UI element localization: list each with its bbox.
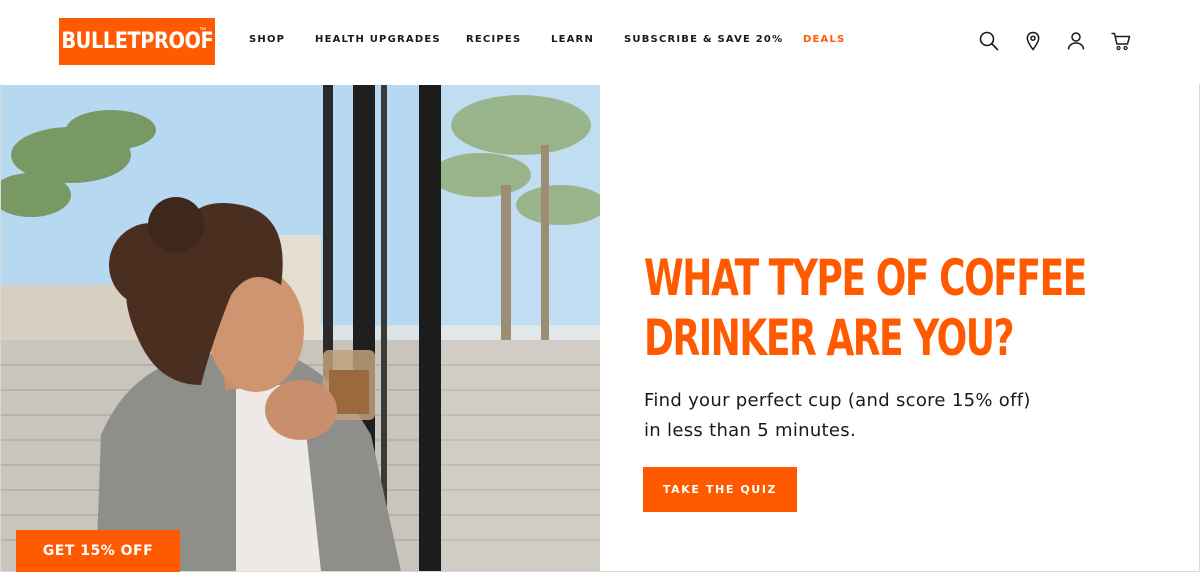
hero-image (1, 85, 600, 571)
get-discount-label: GET 15% OFF (42, 543, 154, 559)
hero-title-line2: DRINKER ARE YOU? (644, 309, 1014, 367)
nav-item-health-upgrades[interactable]: HEALTH UPGRADES (315, 34, 441, 45)
get-discount-tab[interactable]: GET 15% OFF (16, 530, 180, 572)
nav-item-learn[interactable]: LEARN (551, 34, 594, 45)
take-quiz-label: TAKE THE QUIZ (662, 483, 778, 496)
hero-title: WHAT TYPE OF COFFEE DRINKER ARE YOU? (644, 248, 1090, 368)
hero-subtitle-line2: in less than 5 minutes. (644, 420, 856, 441)
logo-text: BULLETPROOF (61, 29, 213, 54)
site-header: BULLETPROOF ™ SHOP HEALTH UPGRADES RECIP… (0, 0, 1200, 84)
take-quiz-button[interactable]: TAKE THE QUIZ (643, 467, 797, 512)
location-pin-icon[interactable] (1022, 30, 1044, 52)
hero-title-line1: WHAT TYPE OF COFFEE (644, 249, 1087, 307)
hero-photo-illustration (1, 85, 600, 571)
nav-item-subscribe-save[interactable]: SUBSCRIBE & SAVE 20% (624, 34, 783, 45)
header-icons (978, 30, 1132, 52)
search-icon[interactable] (978, 30, 1000, 52)
bulletproof-logo[interactable]: BULLETPROOF ™ (59, 18, 215, 65)
cart-icon[interactable] (1110, 30, 1132, 52)
nav-item-recipes[interactable]: RECIPES (466, 34, 521, 45)
account-icon[interactable] (1065, 30, 1087, 52)
nav-item-shop[interactable]: SHOP (249, 34, 285, 45)
hero-subtitle-line1: Find your perfect cup (and score 15% off… (644, 390, 1031, 411)
logo-trademark: ™ (199, 27, 206, 34)
nav-item-deals[interactable]: DEALS (803, 34, 845, 45)
hero-subtitle: Find your perfect cup (and score 15% off… (644, 386, 1114, 446)
